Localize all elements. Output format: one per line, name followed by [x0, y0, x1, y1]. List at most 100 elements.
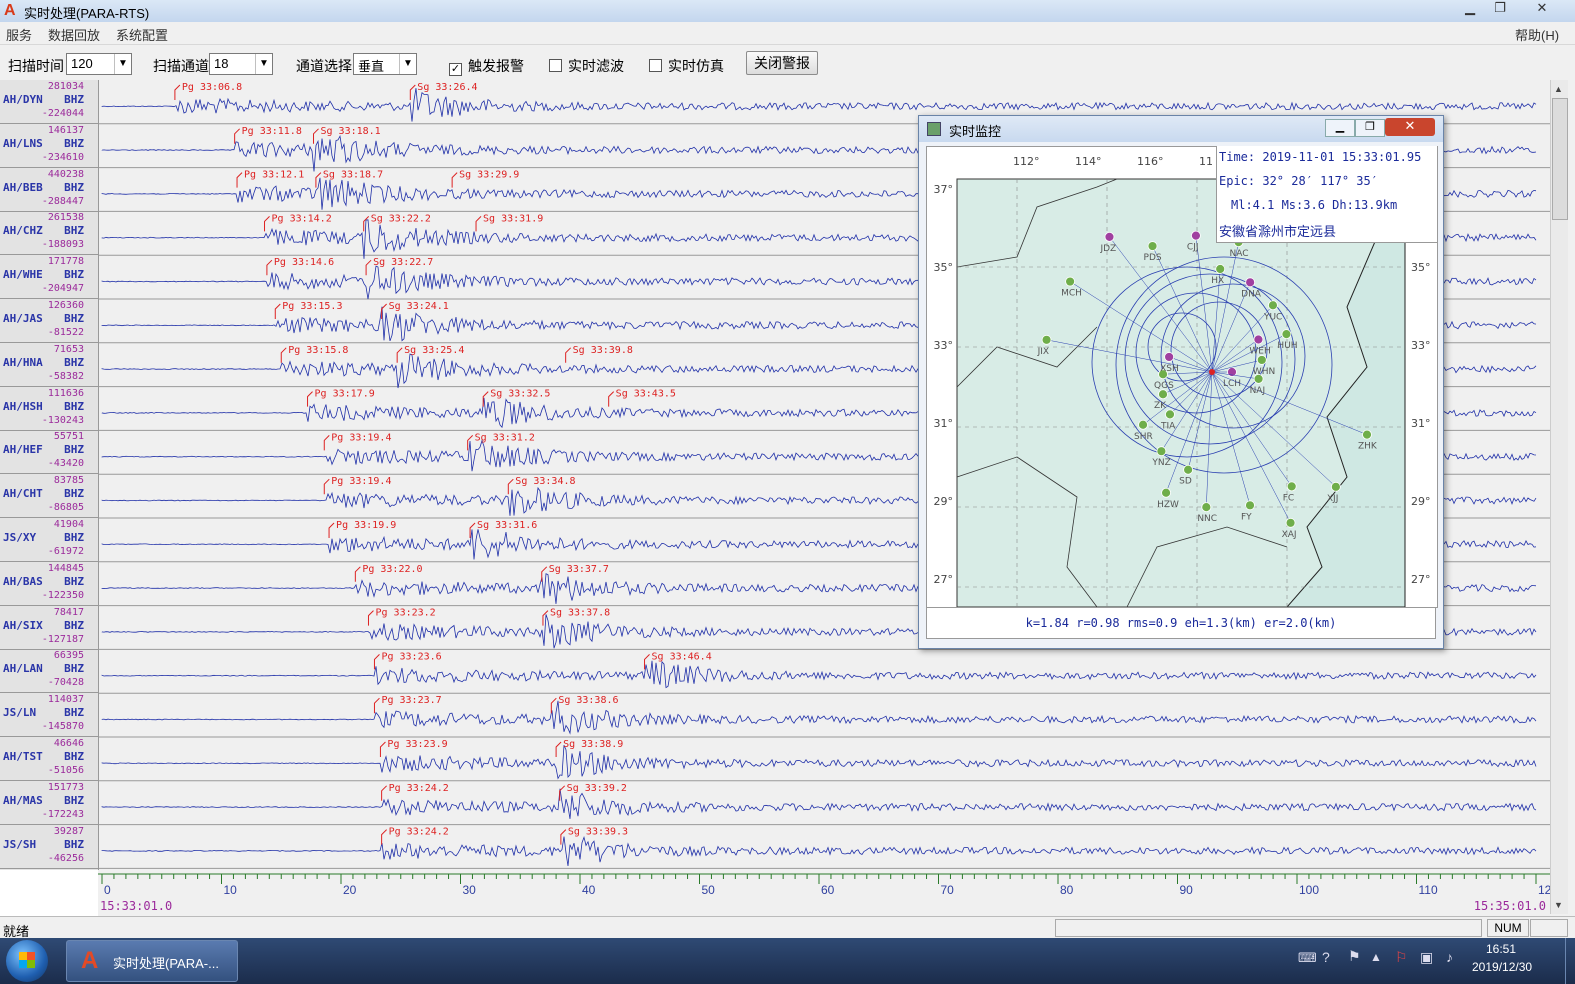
channel-row[interactable]: 151773 AH/MAS BHZ -172243 [0, 781, 98, 825]
station-marker[interactable] [1245, 277, 1256, 288]
phase-pick-marker[interactable] [396, 347, 403, 363]
phase-pick-marker[interactable] [381, 829, 387, 845]
channel-row[interactable]: 41904 JS/XY BHZ -61972 [0, 518, 98, 562]
minimize-button[interactable]: ▁ [1455, 0, 1485, 18]
station-marker[interactable] [1201, 502, 1212, 513]
channel-row[interactable]: 55751 AH/HEF BHZ -43420 [0, 430, 98, 475]
taskbar-app-button[interactable]: A 实时处理(PARA-... [66, 940, 238, 982]
channel-row[interactable]: 261538 AH/CHZ BHZ -188093 [0, 211, 98, 256]
channel-row[interactable]: 66395 AH/LAN BHZ -70428 [0, 649, 98, 694]
realtime-sim-checkbox[interactable]: 实时仿真 [649, 56, 724, 76]
channel-row[interactable]: 126360 AH/JAS BHZ -81522 [0, 299, 98, 343]
phase-pick-marker[interactable] [373, 697, 380, 714]
notification-icon[interactable]: ⚑ [1348, 948, 1361, 965]
phase-pick-marker[interactable] [354, 566, 361, 582]
channel-row[interactable]: 111636 AH/HSH BHZ -130243 [0, 387, 98, 431]
vertical-scrollbar[interactable]: ▲ ▼ [1550, 80, 1568, 914]
phase-pick-marker[interactable] [379, 741, 386, 757]
station-marker[interactable] [1104, 231, 1115, 242]
station-marker[interactable] [1161, 487, 1171, 498]
clock-date[interactable]: 2019/12/30 [1472, 960, 1532, 974]
station-marker[interactable] [1138, 419, 1148, 430]
phase-pick-marker[interactable] [236, 172, 243, 188]
monitor-minimize-button[interactable]: ▁ [1325, 119, 1355, 137]
scroll-thumb[interactable] [1552, 98, 1568, 220]
channel-row[interactable]: 39287 JS/SH BHZ -46256 [0, 825, 98, 869]
maximize-button[interactable]: ❐ [1485, 0, 1515, 18]
station-marker[interactable] [1215, 264, 1226, 274]
phase-pick-marker[interactable] [565, 347, 572, 363]
channel-row[interactable]: 46646 AH/TST BHZ -51056 [0, 737, 98, 781]
channel-row[interactable]: 440238 AH/BEB BHZ -288447 [0, 168, 98, 212]
phase-pick-marker[interactable] [373, 654, 380, 670]
station-marker[interactable] [1286, 481, 1297, 492]
station-marker[interactable] [1183, 464, 1194, 475]
phase-pick-marker[interactable] [174, 84, 181, 100]
help-icon[interactable]: ? [1322, 949, 1330, 965]
realtime-filter-checkbox[interactable]: 实时滤波 [549, 56, 624, 76]
station-marker[interactable] [1245, 500, 1255, 511]
phase-pick-marker[interactable] [328, 522, 335, 538]
station-marker[interactable] [1165, 409, 1175, 420]
channel-row[interactable]: 114037 JS/LN BHZ -145870 [0, 693, 98, 738]
monitor-close-button[interactable]: ✕ [1385, 118, 1435, 136]
chevron-down-icon[interactable]: ▼ [399, 54, 416, 74]
station-marker[interactable] [1147, 241, 1158, 251]
phase-pick-marker[interactable] [475, 216, 482, 232]
channel-row[interactable]: 71653 AH/HNA BHZ -58382 [0, 343, 98, 387]
channel-row[interactable]: 144845 AH/BAS BHZ -122350 [0, 562, 98, 606]
phase-pick-marker[interactable] [234, 128, 240, 144]
chevron-down-icon[interactable]: ▼ [255, 54, 272, 74]
menu-help[interactable]: 帮助(H) [1515, 25, 1559, 44]
scan-time-select[interactable]: 120 ▼ [66, 53, 132, 75]
station-marker[interactable] [1281, 329, 1292, 340]
menu-service[interactable]: 服务 [6, 25, 32, 44]
scroll-up-icon[interactable]: ▲ [1554, 84, 1563, 94]
phase-pick-marker[interactable] [381, 785, 387, 801]
epicenter-marker[interactable] [1209, 369, 1215, 375]
station-marker[interactable] [1041, 334, 1052, 345]
channel-row[interactable]: 78417 AH/SIX BHZ -127187 [0, 606, 98, 650]
scroll-down-icon[interactable]: ▼ [1554, 900, 1563, 910]
start-button[interactable] [6, 940, 48, 982]
chevron-down-icon[interactable]: ▼ [114, 54, 131, 74]
menu-data-playback[interactable]: 数据回放 [48, 25, 100, 44]
menu-system-config[interactable]: 系统配置 [116, 25, 168, 44]
close-alarm-button[interactable]: 关闭警报 [746, 51, 818, 75]
phase-pick-marker[interactable] [274, 303, 281, 319]
phase-pick-marker[interactable] [280, 347, 287, 363]
station-marker[interactable] [1253, 334, 1264, 345]
network-icon[interactable]: ▣ [1420, 949, 1433, 966]
phase-pick-marker[interactable] [365, 259, 372, 276]
close-button[interactable]: ✕ [1520, 0, 1564, 18]
phase-pick-marker[interactable] [363, 216, 370, 232]
station-marker[interactable] [1156, 446, 1167, 457]
station-marker[interactable] [1362, 429, 1372, 440]
phase-pick-marker[interactable] [367, 610, 374, 626]
phase-pick-marker[interactable] [608, 391, 615, 407]
station-marker[interactable] [1268, 300, 1278, 311]
phase-pick-marker[interactable] [323, 435, 330, 451]
channel-row[interactable]: 83785 AH/CHT BHZ -86805 [0, 474, 98, 519]
station-marker[interactable] [1256, 355, 1267, 365]
channel-row[interactable]: 281034 AH/DYN BHZ -224044 [0, 80, 98, 124]
station-marker[interactable] [1253, 373, 1264, 384]
show-hidden-icons[interactable]: ▲ [1370, 950, 1382, 964]
phase-pick-marker[interactable] [555, 741, 562, 757]
show-desktop-button[interactable] [1565, 938, 1575, 984]
channel-row[interactable]: 146137 AH/LNS BHZ -234610 [0, 124, 98, 168]
station-marker[interactable] [1065, 276, 1076, 287]
scan-channel-select[interactable]: 18 ▼ [209, 53, 273, 75]
flag-icon[interactable]: ⚐ [1395, 949, 1408, 966]
phase-pick-marker[interactable] [307, 391, 313, 407]
volume-icon[interactable]: ♪ [1446, 949, 1453, 965]
channel-select[interactable]: 垂直 ▼ [353, 53, 417, 75]
trigger-alarm-checkbox[interactable]: ✓ 触发报警 [449, 56, 524, 76]
keyboard-icon[interactable]: ⌨ [1298, 950, 1317, 966]
channel-row[interactable]: 171778 AH/WHE BHZ -204947 [0, 255, 98, 300]
monitor-titlebar[interactable]: 实时监控 ▁ ❐ ✕ [919, 116, 1443, 142]
realtime-monitor-window[interactable]: 实时监控 ▁ ❐ ✕ 112° 114° 116° 11 37° 35° 33° 31° 29°… [918, 115, 1444, 649]
clock-time[interactable]: 16:51 [1486, 942, 1516, 956]
station-marker[interactable] [1164, 352, 1175, 362]
phase-pick-marker[interactable] [451, 172, 458, 188]
